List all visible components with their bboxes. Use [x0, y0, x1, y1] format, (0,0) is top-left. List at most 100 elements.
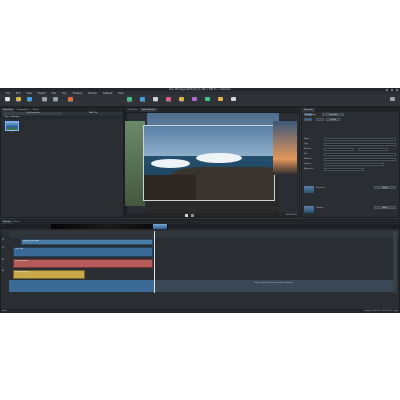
clip-preview-strip	[51, 224, 168, 229]
playhead[interactable]	[154, 231, 155, 293]
timeline-scrollbar[interactable]	[393, 231, 397, 293]
application-window: Nou Montage [WCP-03] (1,180 x 580 P) — K…	[0, 88, 400, 313]
timecode: 00:00:07:21	[286, 214, 297, 216]
project-bin-panel: Project Bin Compositions Effects Clip Pr…	[0, 107, 124, 218]
timeline-hint-area: Select a clip in the timeline to edit it…	[154, 280, 393, 292]
render-icon	[68, 97, 73, 101]
open-folder-icon	[16, 97, 21, 101]
field-label-size: Size	[304, 153, 308, 155]
tab-project-monitor[interactable]: Project Monitor	[139, 108, 158, 112]
undo-button[interactable]: Undo	[40, 96, 49, 105]
preset-button[interactable]: Default	[326, 118, 340, 121]
name-input[interactable]	[324, 138, 396, 141]
apply-button-2[interactable]: Apply	[374, 206, 396, 209]
status-right: Display: 1280x720 · 00:00:07:21 · 25fps	[364, 310, 398, 312]
save-icon	[27, 97, 32, 101]
status-left: Ready	[2, 310, 8, 312]
effects-icon	[166, 97, 171, 101]
position-y-input[interactable]	[358, 148, 388, 151]
properties-tab-transform[interactable]: Transform	[322, 113, 344, 116]
stop-icon[interactable]	[191, 213, 194, 217]
track-a2: A2 Music Track.ogg	[2, 269, 399, 279]
color-icon	[179, 97, 184, 101]
effects-button[interactable]: Effects	[164, 96, 173, 105]
rotation-input[interactable]	[324, 158, 396, 161]
dissolve-thumb	[304, 206, 314, 213]
title-button[interactable]	[203, 96, 212, 105]
play-icon[interactable]	[185, 213, 188, 217]
timeline-empty-track[interactable]	[9, 280, 154, 292]
save-button[interactable]: Save	[25, 96, 34, 105]
track-v1: V1 Color Clip	[2, 246, 399, 257]
track-name: A2	[2, 270, 5, 272]
track-name: V2	[2, 239, 5, 241]
open-button[interactable]: Open	[14, 96, 23, 105]
render-button[interactable]: Render	[66, 96, 75, 105]
editing-button[interactable]: Editing	[138, 96, 147, 105]
position-x-input[interactable]	[324, 148, 354, 151]
clip-properties-tab[interactable]: Clip Properties	[3, 112, 63, 115]
main-toolbar: New Open Save Undo Redo Render Logging E…	[0, 95, 400, 107]
timeline-panel: Timeline Mixer V2 Sea.jpg | Seascape V1 …	[0, 219, 400, 310]
redo-icon	[53, 97, 58, 101]
transition-thumb	[304, 186, 314, 193]
apply-button[interactable]: Apply	[374, 186, 396, 189]
monitor-controls: 00:00:07:21	[125, 213, 301, 217]
monitor-tabs: Clip Monitor Project Monitor	[125, 108, 299, 112]
list-item-dissolve[interactable]: Dissolve	[316, 207, 324, 210]
status-bar: Ready Display: 1280x720 · 00:00:07:21 · …	[0, 310, 400, 313]
alignment-select[interactable]	[324, 168, 364, 171]
properties-panel: Properties Compositing Transform Default…	[301, 107, 400, 218]
timeline-clip[interactable]: Sea Audio.mp3	[13, 258, 153, 268]
timeline-clip[interactable]: Sea.jpg | Seascape	[21, 238, 153, 245]
monitor-viewer[interactable]	[125, 113, 299, 214]
field-label-rotation: Rotation	[304, 158, 312, 160]
keyframe-add-button[interactable]	[316, 118, 324, 121]
type-input[interactable]	[324, 143, 396, 146]
field-label-position: Position	[304, 148, 311, 150]
sunset-image	[273, 121, 297, 175]
color-button-2[interactable]	[190, 96, 199, 105]
palette-icon	[192, 97, 197, 101]
properties-header: Properties	[302, 108, 399, 112]
new-button[interactable]: New	[3, 96, 12, 105]
new-document-icon	[5, 97, 10, 101]
list-item-transition[interactable]: Transition	[316, 187, 325, 190]
timeline-hint: Select a clip in the timeline to edit it…	[254, 283, 293, 284]
cut-button[interactable]	[229, 96, 238, 105]
undo-icon	[42, 97, 47, 101]
timeline-clip[interactable]: Music Track.ogg	[13, 269, 85, 279]
track-a1: A1 Sea Audio.mp3	[2, 258, 399, 268]
editing-icon	[140, 97, 145, 101]
add-clip-tab[interactable]: Add Clip	[64, 112, 122, 115]
logging-icon	[127, 97, 132, 101]
properties-title: Properties	[302, 108, 316, 112]
field-label-alignment: Alignment	[304, 168, 314, 170]
logging-button[interactable]: Logging	[125, 96, 134, 105]
color-button[interactable]: Color	[177, 96, 186, 105]
timeline-clip[interactable]: Color Clip	[13, 246, 153, 257]
background-image-left	[125, 121, 145, 206]
menu-button[interactable]	[388, 96, 397, 105]
keyframe-button[interactable]	[304, 118, 312, 121]
opacity-slider[interactable]	[324, 163, 384, 166]
tool-button[interactable]	[216, 96, 225, 105]
track-name: A1	[2, 259, 5, 261]
timeline-ruler[interactable]	[1, 224, 400, 229]
redo-button[interactable]: Redo	[51, 96, 60, 105]
breadcrumb: Clips › Seascape	[3, 116, 122, 119]
preview-photo[interactable]	[143, 125, 275, 201]
clip-preview-thumb	[153, 224, 167, 229]
cut-icon	[231, 97, 236, 101]
title-icon	[205, 97, 210, 101]
audio-button[interactable]: Audio	[151, 96, 160, 105]
size-input[interactable]	[324, 153, 396, 156]
monitor-panel: Clip Monitor Project Monitor 00:00:07:21	[124, 107, 301, 218]
field-label-opacity: Opacity	[304, 163, 311, 165]
tab-clip-monitor[interactable]: Clip Monitor	[125, 108, 140, 112]
clip-name: Sea.jpg	[8, 131, 14, 132]
properties-tab-compositing[interactable]: Compositing	[304, 113, 316, 116]
track-name: V1	[2, 247, 5, 249]
track-v2: V2 Sea.jpg | Seascape	[2, 238, 399, 245]
track-header-row	[9, 231, 399, 238]
